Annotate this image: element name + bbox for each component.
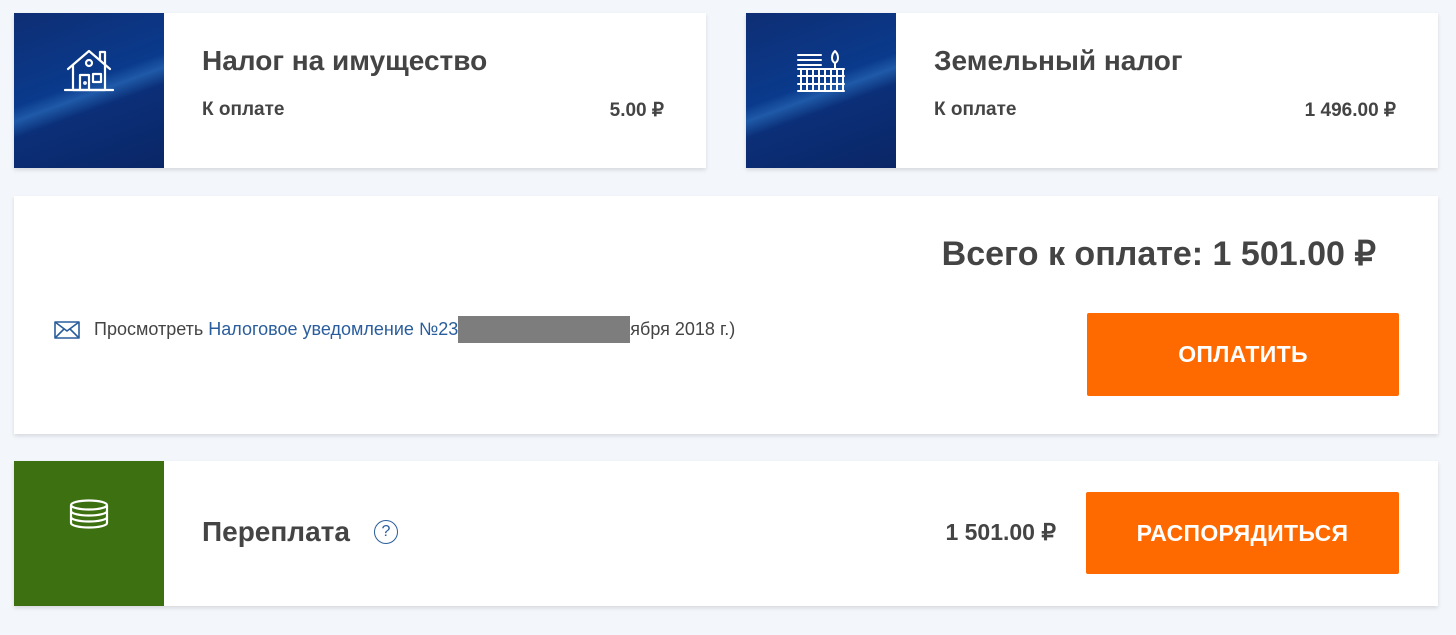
envelope-icon (54, 320, 80, 339)
land-tax-amount: 1 496.00 ₽ (1304, 100, 1396, 121)
property-tax-amount: 5.00 ₽ (609, 100, 664, 121)
land-tax-due-label: К оплате (934, 99, 1017, 120)
overpayment-card: Переплата ? 1 501.00 ₽ РАСПОРЯДИТЬСЯ (14, 461, 1438, 606)
house-icon (64, 49, 114, 92)
land-tax-tile (746, 13, 896, 168)
pay-button[interactable]: ОПЛАТИТЬ (1087, 313, 1399, 396)
property-tax-due-label: К оплате (202, 99, 285, 120)
overpayment-title-row: Переплата ? (202, 516, 398, 548)
overpayment-amount: 1 501.00 ₽ (945, 519, 1056, 545)
overpayment-tile (14, 461, 164, 606)
coins-stack-icon (69, 499, 109, 529)
summary-card: Всего к оплате: 1 501.00 ₽ Просмотреть Н… (14, 196, 1438, 434)
property-tax-title: Налог на имущество (202, 45, 488, 76)
total-due: Всего к оплате: 1 501.00 ₽ (941, 235, 1376, 273)
overpayment-title: Переплата (202, 516, 350, 547)
help-icon[interactable]: ? (373, 520, 398, 544)
notice-suffix: ября 2018 г.) (630, 319, 736, 339)
redacted-block (458, 316, 631, 343)
tax-notice-row: Просмотреть Налоговое уведомление №23 яб… (54, 316, 735, 343)
property-tax-card[interactable]: Налог на имущество К оплате 5.00 ₽ (14, 13, 706, 168)
land-tax-title: Земельный налог (934, 45, 1183, 76)
fence-tree-icon (797, 50, 845, 92)
property-tax-tile (14, 13, 164, 168)
manage-overpayment-button[interactable]: РАСПОРЯДИТЬСЯ (1086, 492, 1399, 574)
notice-prefix: Просмотреть (94, 319, 204, 339)
tax-notice-link[interactable]: Налоговое уведомление №23 (208, 319, 458, 340)
land-tax-card[interactable]: Земельный налог К оплате 1 496.00 ₽ (746, 13, 1438, 168)
